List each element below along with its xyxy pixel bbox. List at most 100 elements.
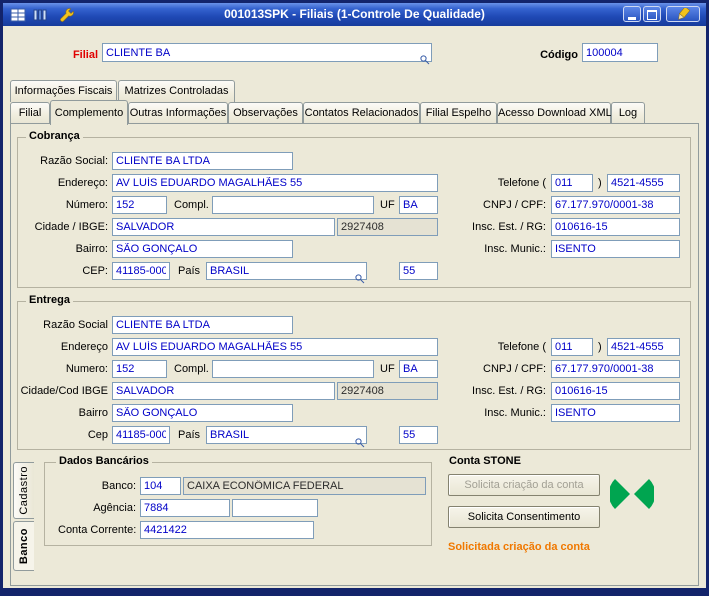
magnifier-icon[interactable] [355, 435, 365, 453]
entrega-ddd-input[interactable] [551, 338, 593, 356]
cobranca-ddi-input[interactable] [399, 262, 438, 280]
stone-arrows-icon [608, 473, 656, 520]
tab-observacoes[interactable]: Observações [228, 102, 303, 124]
cobranca-cep-label: CEP: [82, 265, 108, 277]
tab-log[interactable]: Log [611, 102, 645, 124]
stone-status-text: Solicitada criação da conta [448, 541, 590, 553]
entrega-ddi-input[interactable] [399, 426, 438, 444]
cobranca-razao-social-label: Razão Social: [40, 155, 108, 167]
tab-acesso-download-xml[interactable]: Acesso Download XML [497, 102, 612, 124]
magnifier-icon[interactable] [420, 52, 430, 70]
window-title: 001013SPK - Filiais (1-Controle De Quali… [224, 7, 485, 21]
banco-nome-field [183, 477, 426, 495]
cobranca-ibge-field [337, 218, 438, 236]
cobranca-cidade-input[interactable] [112, 218, 335, 236]
entrega-cep-input[interactable] [112, 426, 170, 444]
tab-contatos-relacionados[interactable]: Contatos Relacionados [303, 102, 420, 124]
entrega-compl-input[interactable] [212, 360, 374, 378]
entrega-cidade-input[interactable] [112, 382, 335, 400]
entrega-telefone-label: Telefone ( [497, 341, 546, 353]
tab-matrizes-controladas[interactable]: Matrizes Controladas [118, 80, 235, 102]
entrega-telefone-input[interactable] [607, 338, 680, 356]
tab-complemento[interactable]: Complemento [50, 100, 128, 125]
cobranca-compl-input[interactable] [212, 196, 374, 214]
cobranca-cnpj-label: CNPJ / CPF: [483, 199, 546, 211]
entrega-numero-label: Numero: [65, 363, 108, 375]
agencia-input[interactable] [140, 499, 230, 517]
codigo-label: Código [540, 49, 578, 61]
sidetab-cadastro-label: Cadastro [18, 466, 30, 515]
entrega-compl-label: Compl. [174, 363, 209, 375]
cobranca-telefone-input[interactable] [607, 174, 680, 192]
cobranca-cidade-ibge-label: Cidade / IBGE: [34, 221, 108, 233]
tab-filial[interactable]: Filial [10, 102, 50, 124]
entrega-endereco-input[interactable] [112, 338, 438, 356]
entrega-bairro-input[interactable] [112, 404, 293, 422]
cobranca-insc-mun-input[interactable] [551, 240, 680, 258]
entrega-group-title: Entrega [26, 294, 73, 306]
minimize-icon [628, 17, 636, 20]
cobranca-paren-label: ) [598, 177, 602, 189]
cobranca-group-title: Cobrança [26, 130, 83, 142]
entrega-razao-social-label: Razão Social [43, 319, 108, 331]
agencia-compl-input[interactable] [232, 499, 318, 517]
entrega-cnpj-label: CNPJ / CPF: [483, 363, 546, 375]
entrega-ibge-field [337, 382, 438, 400]
cobranca-razao-social-input[interactable] [112, 152, 293, 170]
app-window: 001013SPK - Filiais (1-Controle De Quali… [0, 0, 709, 596]
entrega-numero-input[interactable] [112, 360, 167, 378]
magnifier-icon[interactable] [355, 271, 365, 289]
entrega-insc-est-input[interactable] [551, 382, 680, 400]
cobranca-uf-input[interactable] [399, 196, 438, 214]
entrega-pais-label: País [178, 429, 201, 441]
tab-informacoes-fiscais[interactable]: Informações Fiscais [10, 80, 117, 102]
solicita-consentimento-button[interactable]: Solicita Consentimento [448, 506, 600, 528]
entrega-insc-mun-input[interactable] [551, 404, 680, 422]
maximize-button[interactable] [643, 6, 661, 22]
entrega-endereco-label: Endereço [60, 341, 108, 353]
entrega-razao-social-input[interactable] [112, 316, 293, 334]
banco-codigo-input[interactable] [140, 477, 181, 495]
banco-label: Banco: [101, 480, 136, 492]
entrega-uf-label: UF [380, 363, 395, 375]
maximize-icon [647, 10, 657, 20]
agencia-label: Agência: [93, 502, 136, 514]
conta-corrente-label: Conta Corrente: [58, 524, 137, 536]
tab-outras-informacoes[interactable]: Outras Informações [128, 102, 228, 124]
filial-label: Filial [72, 49, 98, 61]
cobranca-compl-label: Compl. [174, 199, 209, 211]
cobranca-numero-input[interactable] [112, 196, 167, 214]
codigo-input[interactable] [582, 43, 658, 62]
cobranca-cnpj-input[interactable] [551, 196, 680, 214]
cobranca-pais-label: País [178, 265, 201, 277]
cobranca-ddd-input[interactable] [551, 174, 593, 192]
entrega-cep-label: Cep [87, 429, 108, 441]
cobranca-insc-mun-label: Insc. Munic.: [484, 243, 546, 255]
sidetab-cadastro[interactable]: Cadastro [13, 462, 34, 519]
conta-stone-title: Conta STONE [449, 455, 521, 467]
cobranca-insc-est-input[interactable] [551, 218, 680, 236]
entrega-uf-input[interactable] [399, 360, 438, 378]
entrega-insc-est-label: Insc. Est. / RG: [472, 385, 546, 397]
cobranca-cep-input[interactable] [112, 262, 170, 280]
entrega-bairro-label: Bairro [78, 407, 108, 419]
entrega-insc-mun-label: Insc. Munic.: [484, 407, 546, 419]
cobranca-pais-input[interactable] [206, 262, 367, 280]
tab-filial-espelho[interactable]: Filial Espelho [420, 102, 497, 124]
entrega-pais-input[interactable] [206, 426, 367, 444]
filial-input[interactable] [102, 43, 432, 62]
cobranca-bairro-input[interactable] [112, 240, 293, 258]
sidetab-banco-label: Banco [18, 527, 30, 565]
minimize-button[interactable] [623, 6, 641, 22]
edit-button[interactable] [666, 6, 700, 22]
conta-corrente-input[interactable] [140, 521, 314, 539]
cobranca-numero-label: Número: [65, 199, 108, 211]
cobranca-insc-est-label: Insc. Est. / RG: [472, 221, 546, 233]
solicita-criacao-button: Solicita criação da conta [448, 474, 600, 496]
dados-bancarios-title: Dados Bancários [56, 455, 152, 467]
sidetab-banco[interactable]: Banco [13, 521, 34, 571]
entrega-cidade-ibge-label: Cidade/Cod IBGE [20, 385, 108, 397]
cobranca-endereco-input[interactable] [112, 174, 438, 192]
entrega-cnpj-input[interactable] [551, 360, 680, 378]
pencil-icon [673, 6, 693, 25]
